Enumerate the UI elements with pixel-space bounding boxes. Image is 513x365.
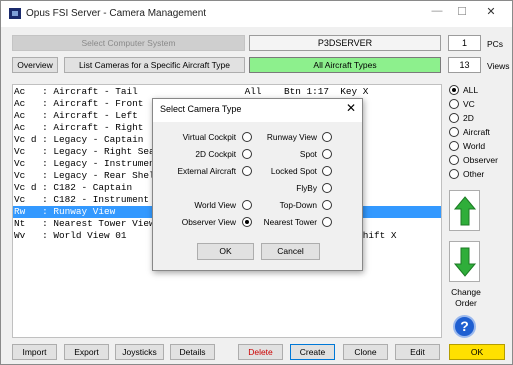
list-item[interactable]: Ac : Aircraft - Tail All Btn 1:17 Key X [13, 86, 441, 98]
pcs-label: PCs [487, 39, 504, 49]
edit-button[interactable]: Edit [395, 344, 440, 360]
option-flyby-label: FlyBy [296, 183, 317, 193]
option-observer-view-radio[interactable] [242, 217, 252, 227]
option-world-view-radio[interactable] [242, 200, 252, 210]
option-external-aircraft-label: External Aircraft [177, 166, 236, 176]
dialog-title: Select Camera Type [160, 104, 242, 114]
change-order-label: Change Order [451, 287, 481, 308]
option-external-aircraft-radio[interactable] [242, 166, 252, 176]
filter-world-label: World [463, 141, 486, 151]
option-locked-spot-radio[interactable] [322, 166, 332, 176]
option-virtual-cockpit-radio[interactable] [242, 132, 252, 142]
filter-all-label: ALL [463, 85, 479, 95]
clone-button[interactable]: Clone [343, 344, 388, 360]
filter-observer-radio[interactable] [449, 155, 459, 165]
all-aircraft-types-button[interactable]: All Aircraft Types [249, 57, 441, 73]
option-spot-label: Spot [299, 149, 317, 159]
filter-all-radio[interactable] [449, 85, 459, 95]
filter-vc-radio[interactable] [449, 99, 459, 109]
filter-2d-label: 2D [463, 113, 474, 123]
minimize-button[interactable]: — [427, 5, 447, 21]
dialog-body: Virtual Cockpit 2D Cockpit External Airc… [153, 122, 362, 270]
delete-button[interactable]: Delete [238, 344, 283, 360]
dialog-cancel-button[interactable]: Cancel [261, 243, 320, 260]
main-window: Opus FSI Server - Camera Management — ☐ … [0, 0, 513, 365]
option-virtual-cockpit-label: Virtual Cockpit [182, 132, 236, 142]
filter-other-label: Other [463, 169, 485, 179]
arrow-down-icon [453, 247, 477, 277]
filter-other-radio[interactable] [449, 169, 459, 179]
window-title: Opus FSI Server - Camera Management [26, 8, 207, 19]
option-observer-view-label: Observer View [181, 217, 236, 227]
close-button[interactable]: ✕ [481, 5, 501, 21]
move-down-button[interactable] [449, 241, 480, 282]
ok-button[interactable]: OK [449, 344, 505, 360]
filter-aircraft-radio[interactable] [449, 127, 459, 137]
dialog-close-icon[interactable]: ✕ [346, 101, 356, 115]
option-runway-view-radio[interactable] [322, 132, 332, 142]
views-count-field: 13 [448, 57, 481, 73]
help-icon[interactable]: ? [453, 315, 476, 338]
option-locked-spot-label: Locked Spot [270, 166, 317, 176]
filter-2d-radio[interactable] [449, 113, 459, 123]
option-runway-view-label: Runway View [266, 132, 317, 142]
filter-observer-label: Observer [463, 155, 498, 165]
export-button[interactable]: Export [64, 344, 109, 360]
overview-button[interactable]: Overview [12, 57, 58, 73]
option-flyby-radio[interactable] [322, 183, 332, 193]
filter-world-radio[interactable] [449, 141, 459, 151]
select-computer-button[interactable]: Select Computer System [12, 35, 245, 51]
import-button[interactable]: Import [12, 344, 57, 360]
server-name-field: P3DSERVER [249, 35, 441, 51]
maximize-button[interactable]: ☐ [452, 5, 472, 21]
option-world-view-label: World View [194, 200, 236, 210]
app-icon [9, 8, 21, 19]
select-camera-type-dialog: Select Camera Type ✕ Virtual Cockpit 2D … [152, 98, 363, 271]
move-up-button[interactable] [449, 190, 480, 231]
list-specific-aircraft-button[interactable]: List Cameras for a Specific Aircraft Typ… [64, 57, 245, 73]
option-2d-cockpit-label: 2D Cockpit [195, 149, 236, 159]
pcs-count-field: 1 [448, 35, 481, 51]
option-2d-cockpit-radio[interactable] [242, 149, 252, 159]
option-top-down-radio[interactable] [322, 200, 332, 210]
create-button[interactable]: Create [290, 344, 335, 360]
option-nearest-tower-radio[interactable] [322, 217, 332, 227]
filter-vc-label: VC [463, 99, 475, 109]
arrow-up-icon [453, 196, 477, 226]
dialog-ok-button[interactable]: OK [197, 243, 254, 260]
option-spot-radio[interactable] [322, 149, 332, 159]
joysticks-button[interactable]: Joysticks [115, 344, 164, 360]
title-bar: Opus FSI Server - Camera Management — ☐ … [1, 1, 512, 27]
details-button[interactable]: Details [170, 344, 215, 360]
views-label: Views [487, 61, 510, 71]
option-nearest-tower-label: Nearest Tower [263, 217, 317, 227]
option-top-down-label: Top-Down [279, 200, 317, 210]
filter-aircraft-label: Aircraft [463, 127, 490, 137]
